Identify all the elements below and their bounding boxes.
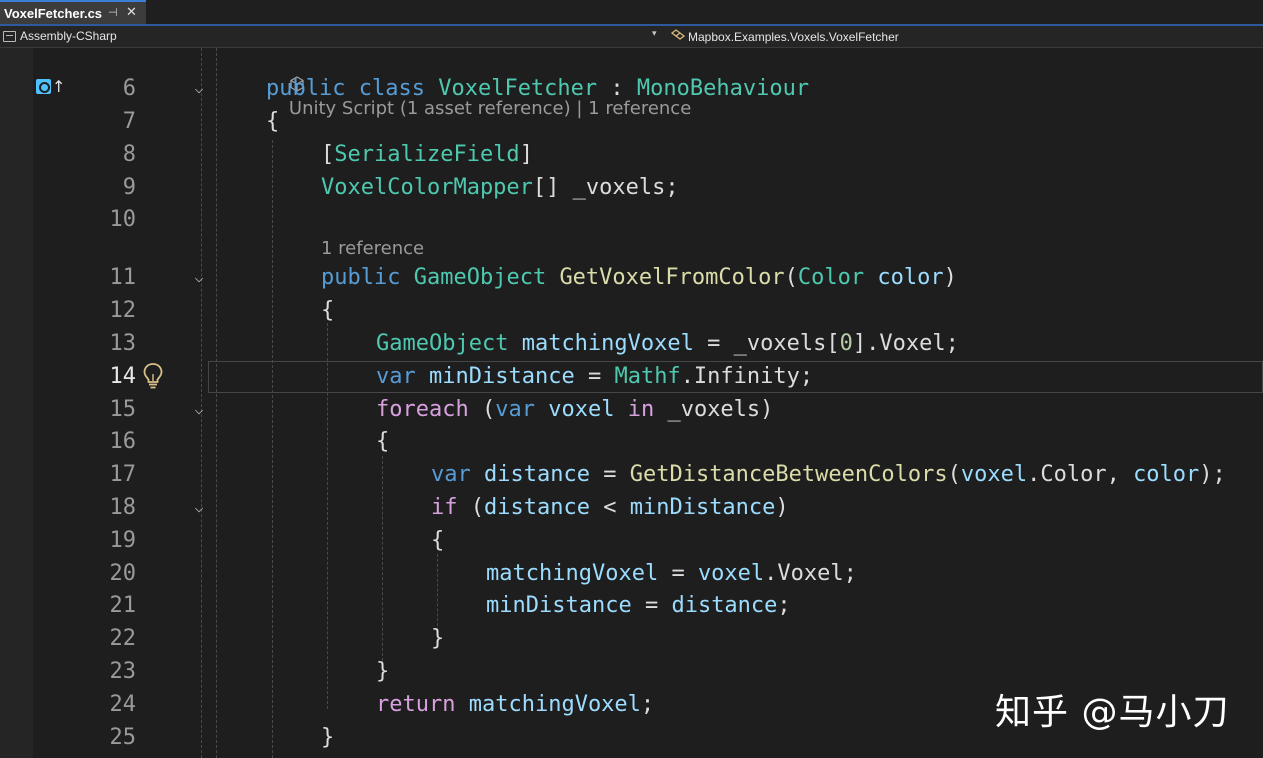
member-dropdown[interactable]: Mapbox.Examples.Voxels.VoxelFetcher [670,29,899,44]
line-number: 24 [109,692,137,717]
line-number-current: 14 [109,364,137,389]
line-number: 21 [109,593,137,618]
line-number: 18 [109,495,137,520]
indicator-margin [0,48,33,758]
code-editor[interactable]: ↑ 6 7 8 9 10 11 12 13 14 15 16 17 18 19 … [0,48,1263,758]
line-number: 23 [109,659,137,684]
watermark: 知乎 @马小刀 [995,692,1230,733]
code-line-6: public class VoxelFetcher : MonoBehaviou… [266,76,810,101]
line-number: 16 [109,429,137,454]
line-number: 11 [109,265,137,290]
code-line-13: GameObject matchingVoxel = _voxels[0].Vo… [376,331,959,356]
line-number: 17 [109,462,137,487]
navigation-bar: Assembly-CSharp ▾ Mapbox.Examples.Voxels… [0,26,1263,48]
indent-guide [382,456,383,676]
fold-chevron-icon[interactable]: ⌵ [190,393,208,426]
indent-guide [327,323,328,709]
member-name: Mapbox.Examples.Voxels.VoxelFetcher [688,29,899,44]
fold-chevron-icon[interactable]: ⌵ [190,261,208,294]
code-line-9: VoxelColorMapper[] _voxels; [321,175,679,200]
project-dropdown[interactable]: Assembly-CSharp [3,29,117,43]
fold-chevron-icon[interactable]: ⌵ [190,72,208,105]
code-line-25: } [321,725,335,750]
arrow-up-icon: ↑ [52,77,66,96]
lightbulb-icon[interactable] [142,362,164,390]
indent-guide [272,140,273,758]
chevron-down-icon[interactable]: ▾ [652,29,657,39]
code-line-18: if (distance < minDistance) [431,495,789,520]
line-number: 25 [109,725,137,750]
indent-guide [216,48,217,758]
code-line-11: public GameObject GetVoxelFromColor(Colo… [321,265,957,290]
code-line-24: return matchingVoxel; [376,692,655,717]
project-name: Assembly-CSharp [20,29,117,43]
override-indicator[interactable]: ↑ [36,77,66,96]
code-line-22: } [431,626,445,651]
line-number: 15 [109,397,137,422]
close-icon[interactable]: ✕ [126,5,137,20]
code-line-14: var minDistance = Mathf.Infinity; [376,364,814,389]
code-line-16: { [376,429,390,454]
code-line-15: foreach (var voxel in _voxels) [376,397,774,422]
code-line-7: { [266,109,280,134]
code-line-8: [SerializeField] [321,142,533,167]
line-number: 19 [109,528,137,553]
line-number: 8 [122,142,136,167]
code-line-17: var distance = GetDistanceBetweenColors(… [431,462,1226,487]
tab-bar: VoxelFetcher.cs ⊣ ✕ [0,0,1263,26]
line-number: 12 [109,298,137,323]
line-number: 20 [109,561,137,586]
code-line-12: { [321,298,335,323]
code-line-20: matchingVoxel = voxel.Voxel; [486,561,857,586]
code-line-19: { [431,528,445,553]
class-icon [670,29,686,44]
line-number: 13 [109,331,137,356]
pin-icon[interactable]: ⊣ [108,6,118,19]
line-number: 22 [109,626,137,651]
project-icon [3,30,16,42]
codelens-method[interactable]: 1 reference [321,237,424,261]
line-number: 7 [122,109,136,134]
line-number: 9 [122,175,136,200]
tab-voxelfetcher[interactable]: VoxelFetcher.cs ⊣ ✕ [0,0,146,24]
bookmark-icon [36,79,51,94]
fold-chevron-icon[interactable]: ⌵ [190,491,208,524]
code-line-21: minDistance = distance; [486,593,791,618]
code-line-23: } [376,659,390,684]
line-number: 6 [122,76,136,101]
line-number: 10 [109,207,137,232]
tab-title: VoxelFetcher.cs [4,5,103,21]
